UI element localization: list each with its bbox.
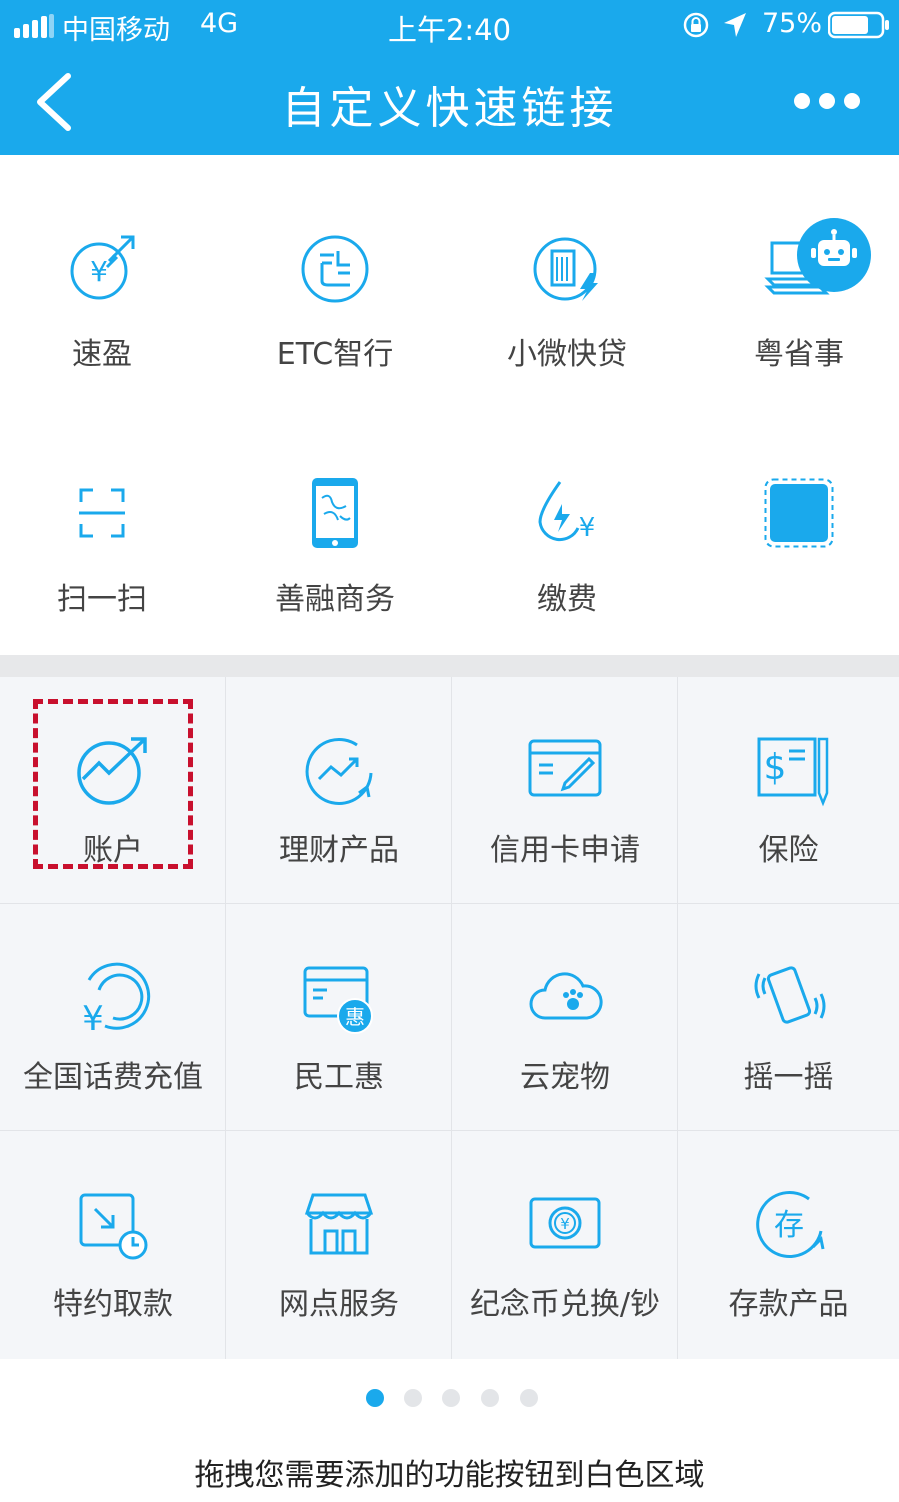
top-bar: 中国移动 4G 上午2:40 75% 自定义快速链接 [0,0,899,155]
etc-icon [301,235,369,303]
page-dot[interactable] [481,1389,499,1407]
withdraw-clock-icon [79,1193,148,1260]
function-item[interactable]: $ 保险 [678,677,899,904]
svg-text:¥: ¥ [579,513,596,543]
function-item[interactable]: 特约取款 [0,1131,226,1359]
function-item[interactable]: 存 存款产品 [678,1131,899,1359]
deposit-icon: 存 [756,1191,825,1258]
function-label: 存款产品 [728,1287,849,1322]
function-label: 网点服务 [279,1287,399,1322]
building-loan-icon [533,237,598,301]
function-grid: 账户 理财产品 信用卡申请 $ 保险 ¥ 全国话费充值 惠 民工惠 云宠物 摇一… [0,677,899,1359]
function-label: 纪念币兑换/钞 [469,1287,661,1322]
shortcut-item[interactable]: ¥ 缴费 [467,478,667,678]
scan-icon [79,488,125,538]
card-pen-icon [528,739,602,797]
shortcut-label: 缴费 [537,582,597,617]
water-yuan-icon: ¥ [538,481,596,543]
battery-percent: 75% [762,8,823,39]
status-bar: 中国移动 4G 上午2:40 75% [0,0,899,50]
battery-icon [828,11,889,39]
function-label: 保险 [758,833,819,868]
function-label: 民工惠 [294,1060,384,1095]
function-item[interactable]: 惠 民工惠 [226,904,452,1131]
cloud-paw-icon [529,972,603,1020]
shortcut-item[interactable]: ETC智行 [235,233,435,433]
yuan-growth-icon: ¥ [70,235,135,300]
coin-exchange-icon: ¥ [529,1197,601,1249]
function-label: 摇一摇 [743,1060,834,1095]
instruction-text: 拖拽您需要添加的功能按钮到白色区域 [194,1458,705,1493]
function-item[interactable]: ¥ 全国话费充值 [0,904,226,1131]
section-divider [0,655,899,677]
highlight-box [33,699,193,869]
function-label: 理财产品 [279,833,399,868]
function-label: 全国话费充值 [23,1060,203,1095]
shortcut-label: ETC智行 [276,337,394,372]
function-item[interactable]: 理财产品 [226,677,452,904]
svg-text:¥: ¥ [82,999,104,1036]
finance-trend-icon [305,737,373,805]
shortcut-item[interactable]: ¥ 速盈 [2,233,202,433]
robot-assistant-icon[interactable] [796,218,899,292]
function-item[interactable]: 云宠物 [452,904,678,1131]
shortcut-item[interactable]: 扫一扫 [2,478,202,678]
shortcut-label: 扫一扫 [57,582,147,617]
shake-phone-icon [754,966,826,1024]
phone-shop-icon [312,478,358,548]
svg-text:¥: ¥ [90,255,108,288]
page-title: 自定义快速链接 [281,83,618,134]
empty-shortcut-slot[interactable] [699,478,899,678]
rotation-lock-icon [683,12,709,38]
page-dot[interactable] [404,1389,422,1407]
shortcut-item[interactable]: 小微快贷 [467,233,667,433]
function-item[interactable]: 网点服务 [226,1131,452,1359]
function-label: 云宠物 [520,1060,610,1095]
more-dots-icon[interactable] [792,86,862,116]
location-arrow-icon [724,13,746,37]
shortcut-label: 善融商务 [275,582,395,617]
function-label: 特约取款 [53,1287,173,1322]
storefront-icon [304,1193,374,1255]
shortcut-item[interactable]: 善融商务 [235,478,435,678]
page-dot[interactable] [442,1389,460,1407]
dollar-document-icon: $ [757,737,829,807]
card-hui-icon: 惠 [303,966,373,1034]
function-item[interactable]: ¥ 纪念币兑换/钞 [452,1131,678,1359]
nav-bar: 自定义快速链接 [0,50,899,155]
yuan-refresh-icon: ¥ [82,962,151,1036]
svg-text:¥: ¥ [560,1215,570,1233]
shortcut-area: ¥ 速盈 ETC智行 小微快贷 粤省事 扫一扫 善融商务 ¥ 缴费 [0,155,899,655]
function-label: 信用卡申请 [490,833,640,868]
svg-text:存: 存 [774,1208,804,1243]
shortcut-label: 粤省事 [754,337,844,372]
function-item[interactable]: 账户 [0,677,226,904]
page-indicator [0,1384,899,1414]
empty-slot-icon [764,478,834,548]
shortcut-label: 速盈 [72,337,132,372]
function-item[interactable]: 信用卡申请 [452,677,678,904]
svg-text:惠: 惠 [345,1005,365,1029]
shortcut-label: 小微快贷 [507,337,627,372]
function-item[interactable]: 摇一摇 [678,904,899,1131]
svg-text:$: $ [764,747,787,788]
page-dot[interactable] [520,1389,538,1407]
page-dot-active[interactable] [366,1389,384,1407]
